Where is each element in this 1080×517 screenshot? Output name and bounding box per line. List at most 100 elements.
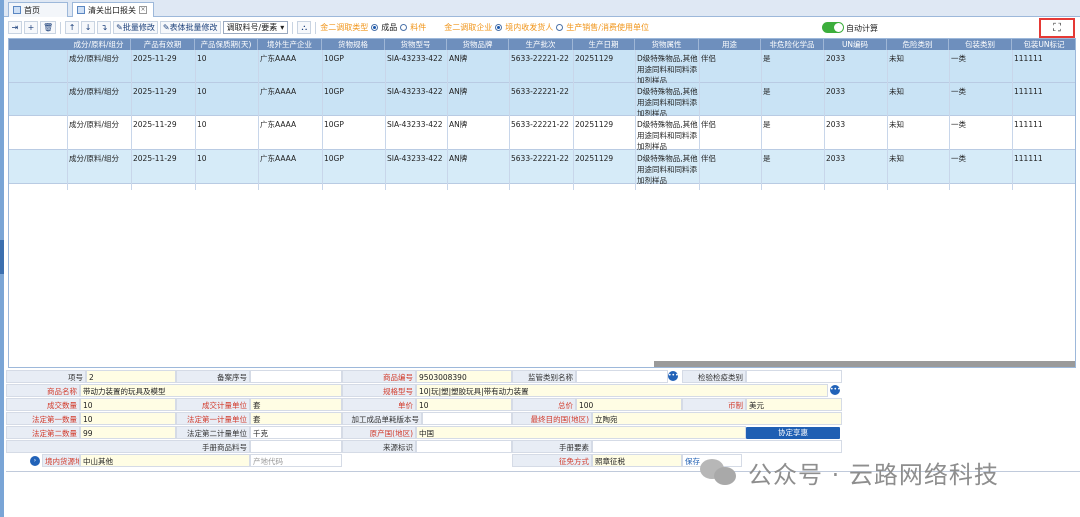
table-cell[interactable]: 2033 [824,119,887,130]
table-cell[interactable]: AN牌 [447,53,509,64]
move-up-icon[interactable]: ↑ [65,21,80,34]
table-cell[interactable]: AN牌 [447,153,509,164]
currency-field[interactable]: 美元 [746,398,842,411]
tax-method-field[interactable]: 照章征税 [592,454,682,467]
radio-production-unit[interactable] [556,24,564,31]
spec-more-icon[interactable]: ••• [830,385,841,395]
table-cell[interactable]: 5633-22221-22 [509,53,573,64]
close-icon[interactable]: × [139,6,147,14]
column-header[interactable]: 用途 [699,39,761,50]
table-cell[interactable]: 10GP [322,153,385,164]
table-cell[interactable]: 10 [195,119,258,130]
table-cell[interactable]: 广东AAAA [258,153,322,164]
tab-home[interactable]: 首页 [8,2,68,17]
column-header[interactable]: 货物规格 [322,39,385,50]
more-icon[interactable]: ••• [668,371,679,381]
total-field[interactable]: 100 [576,398,682,411]
table-cell[interactable]: 未知 [887,119,949,130]
table-cell[interactable]: SIA-43233-422 [385,153,447,164]
qty-field[interactable]: 10 [80,398,176,411]
table-cell[interactable]: 111111 [1012,119,1075,130]
record-no-field[interactable] [250,370,342,383]
table-cell[interactable]: 是 [761,119,824,130]
table-cell[interactable]: AN牌 [447,86,509,97]
table-cell[interactable]: 10 [195,53,258,64]
table-cell[interactable]: D级特殊物品,其他用途同料和同料添加剂样品 [635,86,699,119]
supervision-field[interactable] [576,370,668,383]
table-row[interactable]: 成分/原料/组分 2025-11-29 10 广东AAAA 10GP SIA-43233-… [9,83,1075,119]
spec-field[interactable]: 10|玩|塑|塑胶玩具|带有动力装置 [416,384,828,397]
table-cell[interactable]: 10 [195,86,258,97]
table-cell[interactable]: SIA-43233-422 [385,53,447,64]
column-header[interactable]: 生产日期 [573,39,635,50]
table-cell[interactable]: D级特殊物品,其他用途同料和同料添加剂样品 [635,119,699,152]
table-cell[interactable]: 10GP [322,119,385,130]
table-cell[interactable]: 2033 [824,86,887,97]
column-header[interactable]: 包装UN标记 [1012,39,1075,50]
table-cell[interactable]: 成分/原料/组分 [67,119,131,130]
table-cell[interactable]: 伴侣 [699,53,761,64]
table-cell[interactable]: SIA-43233-422 [385,119,447,130]
table-row[interactable]: 成分/原料/组分 2025-11-29 10 广东AAAA 10GP SIA-43233-… [9,116,1075,152]
dest-field[interactable]: 立陶宛 [592,412,842,425]
legal-unit2-field[interactable]: 千克 [250,426,342,439]
table-cell[interactable]: 2025-11-29 [131,86,195,97]
sidebar-collapse-handle[interactable] [0,240,4,274]
move-down-icon[interactable]: ↓ [81,21,96,34]
radio-finished-product[interactable] [371,24,379,31]
table-cell[interactable]: SIA-43233-422 [385,86,447,97]
table-cell[interactable]: 广东AAAA [258,119,322,130]
table-cell[interactable]: 2025-11-29 [131,153,195,164]
source-field[interactable] [416,440,512,453]
radio-domestic-consignee[interactable] [495,24,503,31]
delete-icon[interactable]: 🗑 [40,21,57,34]
column-header[interactable]: 产品有效期 [131,39,195,50]
table-cell[interactable]: 5633-22221-22 [509,153,573,164]
radio-material[interactable] [400,24,408,31]
domestic-source-field[interactable]: 中山其他 [80,454,250,467]
column-header[interactable]: 成分/原料/组分 [67,39,131,50]
table-cell[interactable]: 一类 [949,53,1012,64]
table-cell[interactable]: 未知 [887,153,949,164]
table-cell[interactable]: 伴侣 [699,153,761,164]
table-cell[interactable]: 一类 [949,86,1012,97]
tab-export-declaration[interactable]: 清关出口报关 × [72,2,154,17]
table-cell[interactable]: 5633-22221-22 [509,86,573,97]
table-cell[interactable]: 成分/原料/组分 [67,86,131,97]
table-cell[interactable]: 20251129 [573,153,635,164]
inspection-field[interactable] [746,370,842,383]
hs-code-field[interactable]: 9503008390 [416,370,512,383]
table-cell[interactable]: 5633-22221-22 [509,119,573,130]
table-cell[interactable]: 111111 [1012,86,1075,97]
legal-unit1-field[interactable]: 套 [250,412,342,425]
arrow-right-icon[interactable]: › [30,456,40,466]
table-cell[interactable]: 2025-11-29 [131,119,195,130]
column-header[interactable]: 产品保质期(天) [195,39,258,50]
fetch-select[interactable]: 调取料号/要素 ▾ [222,21,289,34]
table-cell[interactable]: 10GP [322,53,385,64]
table-cell[interactable]: 111111 [1012,53,1075,64]
enter-icon[interactable]: ⇥ [8,21,22,34]
table-cell[interactable]: 10 [195,153,258,164]
hierarchy-icon[interactable]: ⛬ [297,21,312,34]
table-cell[interactable]: 20251129 [573,119,635,130]
table-cell[interactable]: D级特殊物品,其他用途同料和同料添加剂样品 [635,53,699,86]
insert-icon[interactable]: ↴ [97,21,112,34]
table-cell[interactable]: 一类 [949,153,1012,164]
price-field[interactable]: 10 [416,398,512,411]
table-cell[interactable]: 10GP [322,86,385,97]
process-field[interactable] [422,412,512,425]
column-header[interactable]: 货物属性 [635,39,699,50]
table-cell[interactable]: 2033 [824,153,887,164]
column-header[interactable]: 危险类别 [887,39,949,50]
origin-field[interactable]: 中国 [416,426,746,439]
agreement-benefit-button[interactable]: 协定享惠 [746,427,840,439]
table-cell[interactable]: 广东AAAA [258,53,322,64]
table-batch-modify-button[interactable]: ✎ 表体批量修改 [159,21,221,34]
auto-calc-toggle[interactable] [822,22,844,33]
add-icon[interactable]: + [24,21,38,34]
table-cell[interactable]: 2025-11-29 [131,53,195,64]
unit-field[interactable]: 套 [250,398,342,411]
table-cell[interactable]: 111111 [1012,153,1075,164]
table-cell[interactable]: 是 [761,53,824,64]
